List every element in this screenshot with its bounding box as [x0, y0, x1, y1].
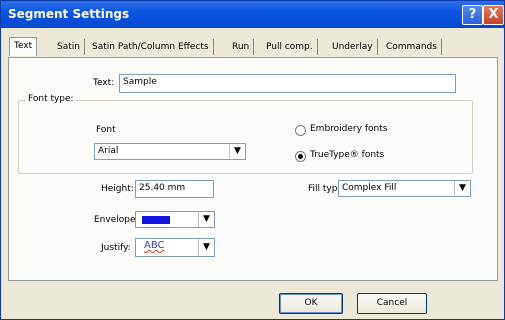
- window-title: Segment Settings: [8, 7, 130, 21]
- chevron-down-icon[interactable]: ▼: [454, 181, 470, 196]
- justify-preview: ABC: [144, 240, 165, 251]
- truetype-fonts-label[interactable]: TrueType® fonts: [310, 150, 384, 160]
- chevron-down-icon[interactable]: ▼: [198, 212, 214, 227]
- text-input[interactable]: Sample: [119, 74, 456, 93]
- help-icon[interactable]: ?: [462, 5, 483, 25]
- ok-button[interactable]: OK: [279, 293, 343, 314]
- font-type-group-label: Font type:: [26, 94, 76, 104]
- tab-satin[interactable]: Satin: [53, 39, 85, 55]
- height-input[interactable]: 25.40 mm: [135, 180, 214, 198]
- embroidery-fonts-radio[interactable]: [295, 125, 306, 136]
- tab-pull-comp[interactable]: Pull comp.: [262, 39, 318, 55]
- justify-label: Justify:: [101, 243, 131, 253]
- font-dropdown[interactable]: Arial ▼: [94, 143, 246, 160]
- font-label: Font: [96, 125, 116, 135]
- chevron-down-icon[interactable]: ▼: [198, 239, 214, 256]
- tab-text[interactable]: Text: [9, 37, 38, 56]
- envelope-color-swatch: [142, 216, 170, 224]
- justify-dropdown[interactable]: ABC ▼: [135, 238, 215, 257]
- fill-type-dropdown[interactable]: Complex Fill ▼: [338, 180, 471, 197]
- font-type-group: [18, 100, 473, 174]
- tab-satin-path-column-effects[interactable]: Satin Path/Column Effects: [88, 39, 214, 55]
- title-bar[interactable]: Segment Settings ? X: [1, 1, 504, 28]
- segment-settings-dialog: Segment Settings ? X Text Satin Satin Pa…: [0, 0, 505, 320]
- text-field-label: Text:: [93, 78, 115, 88]
- tab-run[interactable]: Run: [228, 39, 255, 55]
- fill-type-value: Complex Fill: [342, 183, 397, 193]
- tab-underlay[interactable]: Underlay: [328, 39, 378, 55]
- height-label: Height:: [101, 184, 134, 194]
- font-value: Arial: [98, 146, 119, 156]
- envelope-label: Envelope:: [94, 215, 139, 225]
- truetype-fonts-radio[interactable]: [295, 151, 306, 162]
- chevron-down-icon[interactable]: ▼: [229, 144, 245, 159]
- cancel-button[interactable]: Cancel: [357, 293, 427, 314]
- embroidery-fonts-label[interactable]: Embroidery fonts: [310, 124, 387, 134]
- tab-commands[interactable]: Commands: [382, 39, 442, 55]
- envelope-dropdown[interactable]: ▼: [135, 211, 215, 228]
- close-icon[interactable]: X: [483, 5, 504, 25]
